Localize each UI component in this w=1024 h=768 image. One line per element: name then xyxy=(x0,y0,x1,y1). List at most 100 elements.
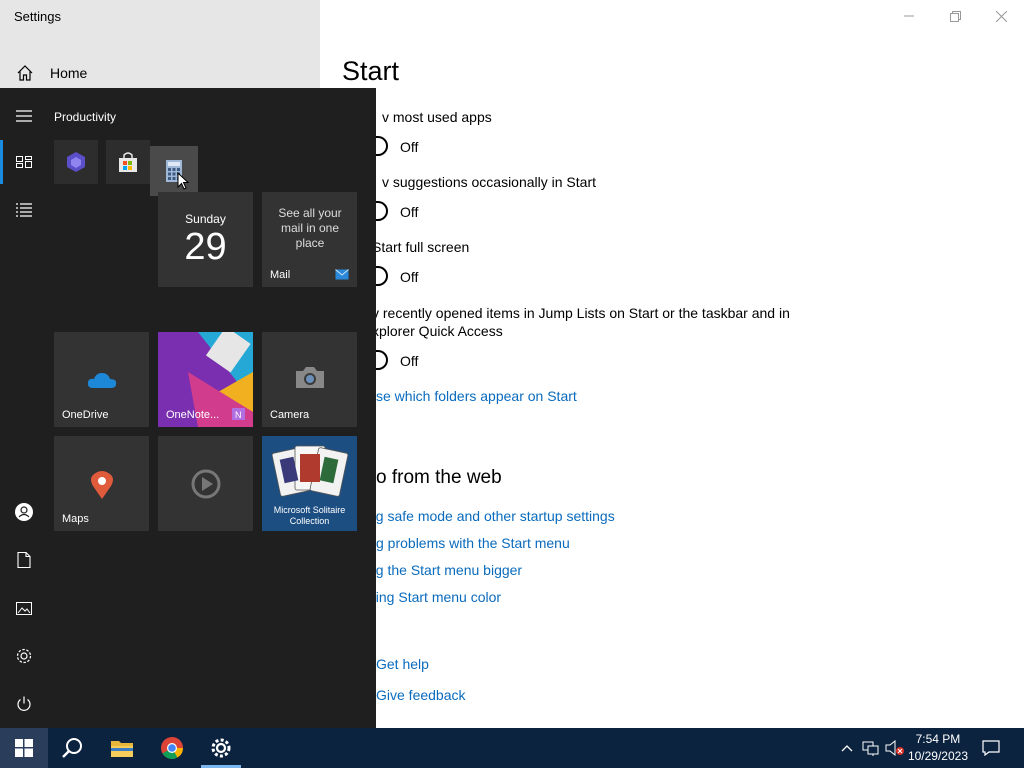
get-help-link[interactable]: Get help xyxy=(376,656,429,672)
map-pin-icon xyxy=(91,471,113,499)
chrome-button[interactable] xyxy=(148,728,196,768)
home-icon xyxy=(17,65,33,81)
start-menu: Productivity Sunday 29 See all your mail… xyxy=(0,88,376,728)
onenote-icon: N xyxy=(232,408,245,420)
tiles-icon xyxy=(16,156,32,168)
all-apps-button[interactable] xyxy=(0,188,48,232)
web-link[interactable]: g problems with the Start menu xyxy=(376,535,570,551)
close-button[interactable] xyxy=(978,0,1024,32)
mail-tile[interactable]: See all your mail in one place Mail xyxy=(262,192,357,287)
clock-time: 7:54 PM xyxy=(915,732,961,746)
gear-icon xyxy=(16,648,32,664)
volume-button[interactable] xyxy=(885,738,905,758)
tile-label: Mail xyxy=(270,269,291,281)
power-button[interactable] xyxy=(0,682,48,726)
chrome-icon xyxy=(161,737,183,759)
chevron-up-icon xyxy=(841,745,853,752)
clock-date: 10/29/2023 xyxy=(907,749,968,763)
file-explorer-button[interactable] xyxy=(98,728,146,768)
windows-logo-icon xyxy=(15,739,33,757)
notification-icon xyxy=(982,740,1000,756)
small-tile-app[interactable] xyxy=(54,140,98,184)
web-link[interactable]: ng the Start menu bigger xyxy=(368,562,522,578)
tile-label: Camera xyxy=(270,409,310,421)
user-icon xyxy=(15,503,33,521)
setting-label: v suggestions occasionally in Start xyxy=(382,174,596,190)
play-icon xyxy=(191,469,221,499)
svg-text:N: N xyxy=(235,410,242,420)
web-section-title: o from the web xyxy=(376,467,502,488)
mail-tile-text: See all your mail in one place xyxy=(278,206,342,250)
setting-label: Start full screen xyxy=(372,239,470,255)
toggle-state: Off xyxy=(400,353,419,369)
page-title: Start xyxy=(342,56,400,86)
document-icon xyxy=(17,552,31,568)
power-icon xyxy=(17,696,31,711)
tile-group-title: Productivity xyxy=(54,110,117,124)
onedrive-icon xyxy=(87,373,117,388)
toggle-state: Off xyxy=(400,204,419,220)
start-button[interactable] xyxy=(0,728,48,768)
store-icon xyxy=(119,152,137,172)
setting-label: v most used apps xyxy=(382,109,492,125)
network-button[interactable] xyxy=(861,738,881,758)
expand-button[interactable] xyxy=(0,94,48,138)
minimize-icon xyxy=(904,15,914,17)
window-title: Settings xyxy=(14,9,61,24)
search-icon xyxy=(62,738,82,758)
toggle-state: Off xyxy=(400,139,419,155)
volume-muted-icon xyxy=(885,740,904,756)
tile-label: OneNote... xyxy=(166,409,220,421)
network-icon xyxy=(862,741,879,756)
search-button[interactable] xyxy=(48,728,96,768)
action-center-button[interactable] xyxy=(981,738,1001,758)
folder-icon xyxy=(111,741,133,757)
hexagon-app-icon xyxy=(67,152,85,172)
web-link[interactable]: ng safe mode and other startup settings xyxy=(368,508,615,524)
media-player-tile[interactable] xyxy=(158,436,253,531)
playing-cards-icon xyxy=(272,445,348,497)
toggle-state: Off xyxy=(400,269,419,285)
tile-label: Microsoft Solitaire Collection xyxy=(273,505,346,526)
calendar-day: Sunday xyxy=(185,212,226,226)
mail-icon xyxy=(335,269,349,280)
mouse-cursor-icon xyxy=(177,172,189,190)
settings-button[interactable] xyxy=(0,634,48,678)
restore-icon xyxy=(949,10,961,22)
settings-main: Start v most used apps Off v suggestions… xyxy=(320,0,1024,728)
maps-tile[interactable]: Maps xyxy=(54,436,149,531)
close-icon xyxy=(995,10,1007,22)
documents-button[interactable] xyxy=(0,538,48,582)
list-icon xyxy=(16,203,32,217)
minimize-button[interactable] xyxy=(886,0,932,32)
give-feedback-link[interactable]: Give feedback xyxy=(376,687,466,703)
restore-button[interactable] xyxy=(932,0,978,32)
camera-tile[interactable]: Camera xyxy=(262,332,357,427)
folders-link[interactable]: se which folders appear on Start xyxy=(376,388,577,404)
sidebar-item-home[interactable]: Home xyxy=(0,58,320,88)
user-button[interactable] xyxy=(0,490,48,534)
start-rail xyxy=(0,88,48,728)
web-link[interactable]: ging Start menu color xyxy=(368,589,501,605)
small-tile-store[interactable] xyxy=(106,140,150,184)
onenote-tile[interactable]: OneNote... N xyxy=(158,332,253,427)
hamburger-icon xyxy=(16,110,32,122)
tiles-view-button[interactable] xyxy=(0,140,48,184)
settings-taskbar-button[interactable] xyxy=(197,728,245,768)
sidebar-item-label: Home xyxy=(50,65,88,81)
camera-icon xyxy=(296,367,324,388)
taskbar-clock[interactable]: 7:54 PM 10/29/2023 xyxy=(908,731,968,765)
calendar-tile[interactable]: Sunday 29 xyxy=(158,192,253,287)
calendar-date: 29 xyxy=(184,226,227,268)
show-hidden-icons-button[interactable] xyxy=(837,738,857,758)
tile-label: Maps xyxy=(62,513,89,525)
solitaire-tile[interactable]: Microsoft Solitaire Collection xyxy=(262,436,357,531)
window-controls xyxy=(886,0,1024,32)
small-tile-calculator[interactable] xyxy=(150,146,198,196)
pictures-button[interactable] xyxy=(0,586,48,630)
tile-label: OneDrive xyxy=(62,409,109,421)
picture-icon xyxy=(16,601,32,615)
gear-icon xyxy=(211,738,231,758)
onedrive-tile[interactable]: OneDrive xyxy=(54,332,149,427)
setting-label: v recently opened items in Jump Lists on… xyxy=(372,305,790,339)
